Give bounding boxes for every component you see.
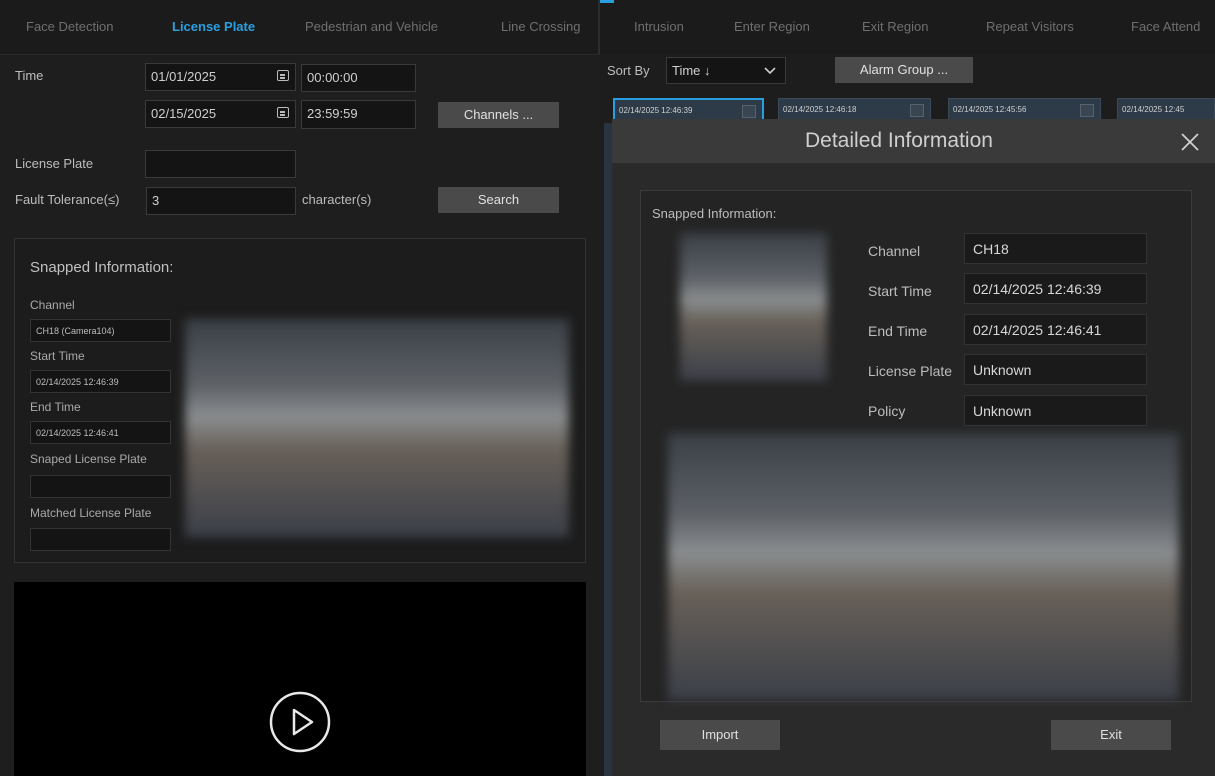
dialog-title: Detailed Information [805,129,993,152]
start-time-field: 02/14/2025 12:46:39 [30,370,171,393]
thumb-checkbox[interactable] [1080,104,1094,117]
tab-line-crossing[interactable]: Line Crossing [501,19,581,34]
dialog-snapshot-image [668,433,1179,700]
calendar-icon[interactable] [277,107,289,118]
snapped-info-panel: Snapped Information: Channel CH18 (Camer… [14,238,586,563]
alarm-group-button[interactable]: Alarm Group ... [835,57,973,83]
thumb-time: 02/14/2025 12:46:39 [619,106,693,115]
dialog-plate-thumbnail [680,233,827,381]
fault-tolerance-unit: character(s) [302,192,372,207]
nav-divider [598,0,600,54]
license-plate-input[interactable] [145,150,296,178]
end-time-field: 02/14/2025 12:46:41 [30,421,171,444]
dialog-end-label: End Time [868,323,928,339]
tab-pedestrian-vehicle[interactable]: Pedestrian and Vehicle [305,19,438,34]
thumb-time: 02/14/2025 12:45:56 [953,105,1027,114]
start-date-value: 01/01/2025 [151,69,217,84]
fault-tolerance-input[interactable]: 3 [146,187,296,215]
channels-button[interactable]: Channels ... [438,102,559,128]
play-icon[interactable] [268,690,332,754]
chevron-down-icon[interactable] [764,67,776,75]
thumb-time: 02/14/2025 12:46:18 [783,105,857,114]
dialog-start-label: Start Time [868,283,932,299]
import-button[interactable]: Import [660,720,780,750]
channel-field: CH18 (Camera104) [30,319,171,342]
start-time-input[interactable]: 00:00:00 [301,64,416,92]
top-nav: Face Detection License Plate Pedestrian … [0,0,1215,55]
dialog-plate-field: Unknown [964,354,1147,385]
channel-label: Channel [30,298,75,312]
dialog-policy-field: Unknown [964,395,1147,426]
exit-button[interactable]: Exit [1051,720,1171,750]
dialog-end-field: 02/14/2025 12:46:41 [964,314,1147,345]
dialog-policy-label: Policy [868,403,906,419]
dialog-plate-label: License Plate [868,363,953,379]
matched-plate-label: Matched License Plate [30,506,152,520]
tab-repeat-visitors[interactable]: Repeat Visitors [986,19,1074,34]
tab-license-plate[interactable]: License Plate [172,19,255,34]
tab-intrusion[interactable]: Intrusion [634,19,684,34]
end-date-value: 02/15/2025 [151,106,217,121]
thumb-checkbox[interactable] [742,105,756,118]
sort-by-label: Sort By [607,63,650,78]
dialog-channel-label: Channel [868,243,921,259]
tab-exit-region[interactable]: Exit Region [862,19,928,34]
sort-select[interactable]: Time ↓ [666,57,786,84]
end-time-label: End Time [30,400,81,414]
calendar-icon[interactable] [277,70,289,81]
nav-marker [600,0,614,3]
time-label: Time [15,68,44,83]
thumb-checkbox[interactable] [910,104,924,117]
start-date-input[interactable]: 01/01/2025 [145,63,296,91]
close-icon[interactable] [1180,132,1200,152]
matched-plate-field [30,528,171,551]
fault-tolerance-label: Fault Tolerance(≤) [15,192,120,207]
tab-face-attend[interactable]: Face Attend [1131,19,1200,34]
tab-enter-region[interactable]: Enter Region [734,19,810,34]
result-strip [604,123,612,776]
tab-face-detection[interactable]: Face Detection [26,19,113,34]
snaped-plate-label: Snaped License Plate [30,452,147,466]
thumb-time: 02/14/2025 12:45 [1122,105,1185,114]
dialog-section-title: Snapped Information: [652,206,777,221]
snaped-plate-field [30,475,171,498]
license-plate-label: License Plate [15,156,94,171]
start-time-label: Start Time [30,349,85,363]
video-player[interactable] [14,582,586,776]
snapshot-image [185,319,569,537]
end-date-input[interactable]: 02/15/2025 [145,100,296,128]
search-button[interactable]: Search [438,187,559,213]
snapped-info-title: Snapped Information: [30,259,174,276]
dialog-titlebar: Detailed Information [612,119,1215,163]
sort-value: Time ↓ [672,63,711,78]
dialog-channel-field: CH18 [964,233,1147,264]
dialog-start-field: 02/14/2025 12:46:39 [964,273,1147,304]
end-time-input[interactable]: 23:59:59 [301,100,416,129]
